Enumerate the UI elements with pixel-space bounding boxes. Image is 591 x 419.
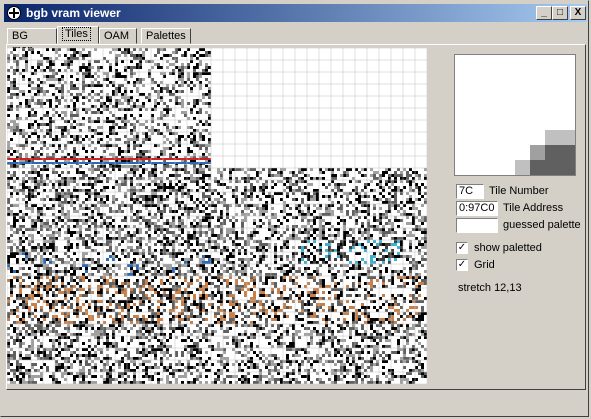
grid-checkbox[interactable]: ✓ [456,259,468,271]
maximize-button[interactable]: □ [552,6,568,20]
tile-number-field[interactable]: 7C [456,184,484,199]
palette-field[interactable] [456,218,498,233]
tile-address-label: Tile Address [503,202,564,214]
tab-bg-map[interactable]: BG map [7,28,57,56]
minimize-button[interactable]: _ [536,6,552,20]
tab-palettes[interactable]: Palettes [141,28,191,44]
tile-address-field[interactable]: 0:97C0 [456,201,498,216]
tab-oam[interactable]: OAM [99,28,137,44]
tab-label: Palettes [146,30,186,42]
tab-tiles[interactable]: Tiles [57,26,99,44]
vram-viewer-window: bgb vram viewer _ □ X BG map Tiles OAM P… [0,0,589,417]
stretch-label: stretch 12,13 [458,282,522,294]
tab-label: OAM [104,30,130,42]
close-button[interactable]: X [570,6,586,20]
tile-grid[interactable] [7,48,427,384]
palette-label: guessed palette [503,219,581,231]
status-bar [1,397,590,417]
title-bar[interactable]: bgb vram viewer _ □ X [4,4,587,22]
tile-preview [454,54,576,176]
app-icon [7,6,21,20]
show-paletted-label: show paletted [474,242,542,254]
grid-label: Grid [474,259,495,271]
tab-label: Tiles [62,27,91,41]
tile-number-label: Tile Number [489,185,549,197]
window-title: bgb vram viewer [26,6,121,20]
show-paletted-checkbox[interactable]: ✓ [456,242,468,254]
